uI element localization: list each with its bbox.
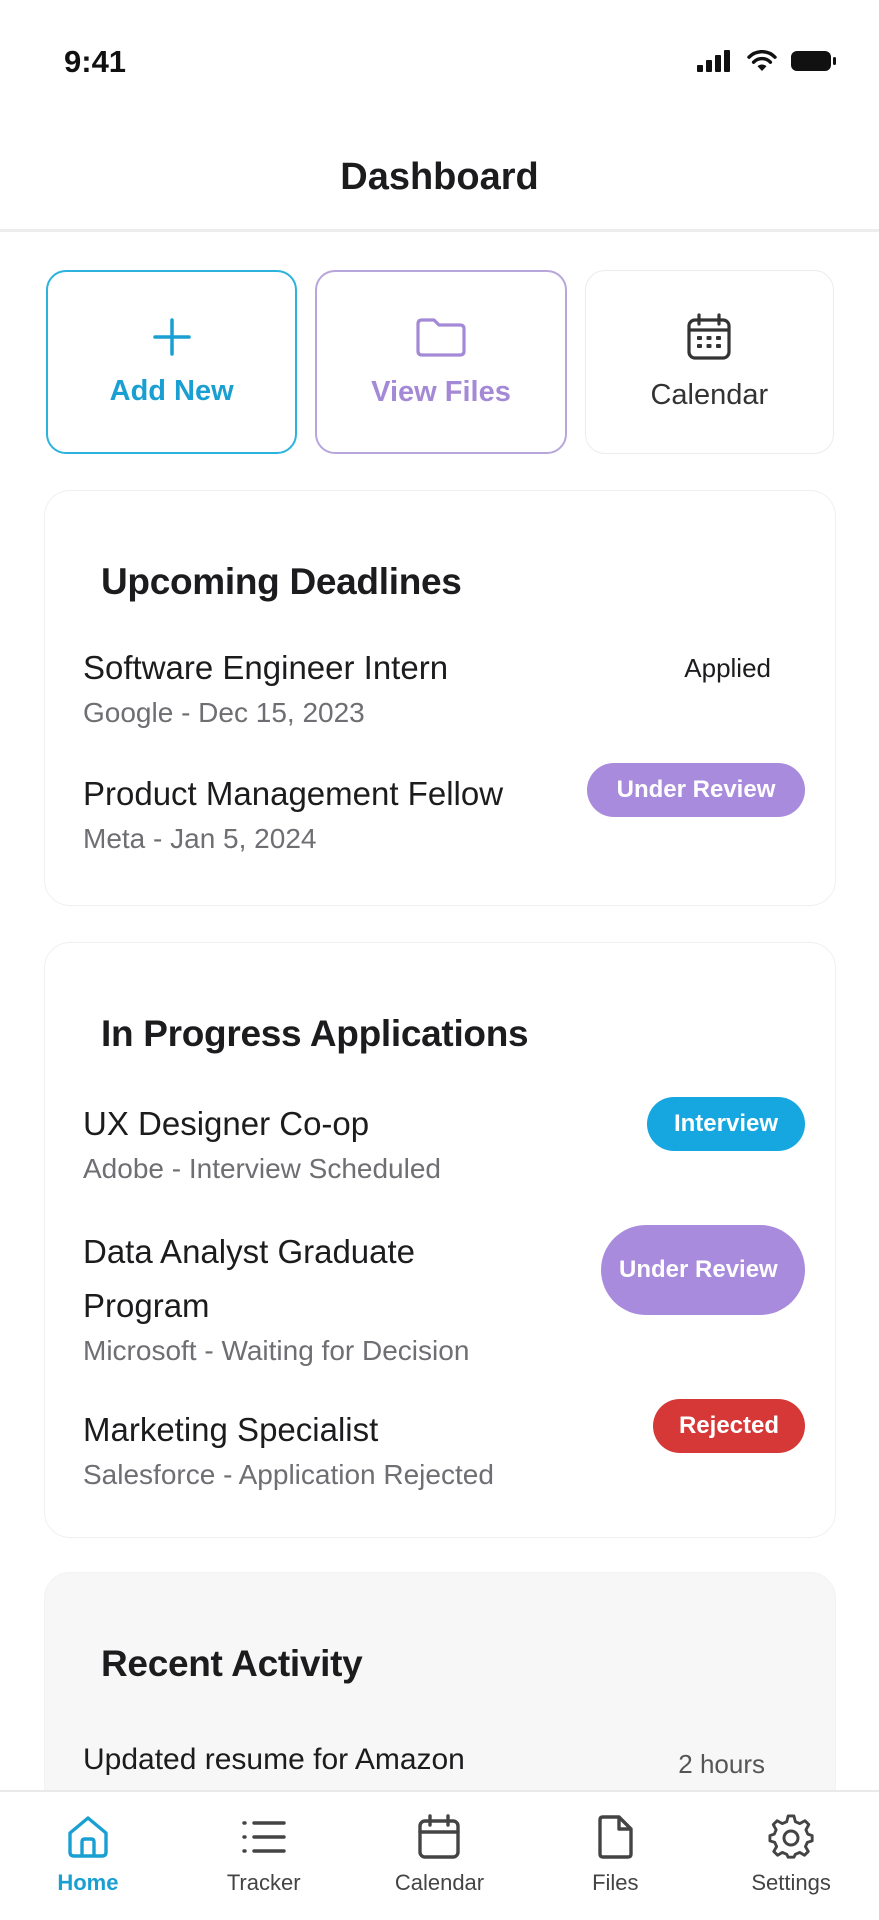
list-item[interactable]: Product Management Fellow Meta - Jan 5, … xyxy=(83,763,805,855)
tab-tracker[interactable]: Tracker xyxy=(176,1792,352,1920)
card-title: In Progress Applications xyxy=(101,1013,529,1054)
add-new-label: Add New xyxy=(109,374,234,407)
activity-time: 2 hours xyxy=(678,1749,765,1779)
item-subtitle: Salesforce - Application Rejected xyxy=(83,1459,494,1490)
status-badge: Under Review xyxy=(587,763,805,817)
status-badge: Rejected xyxy=(653,1399,805,1453)
activity-item[interactable]: Updated resume for Amazon 2 hours xyxy=(83,1743,805,1779)
gear-icon xyxy=(768,1814,814,1859)
list-item[interactable]: Software Engineer Intern Google - Dec 15… xyxy=(83,641,805,729)
calendar-label: Calendar xyxy=(650,378,769,411)
add-new-button[interactable]: Add New xyxy=(46,270,298,454)
tab-home[interactable]: Home xyxy=(0,1792,176,1920)
signal-icon xyxy=(697,50,730,72)
battery-icon xyxy=(791,51,836,71)
card-title: Recent Activity xyxy=(101,1643,363,1684)
page-title: Dashboard xyxy=(340,156,539,198)
status-badge: Interview xyxy=(647,1097,805,1151)
file-icon xyxy=(598,1815,633,1859)
card-title: Upcoming Deadlines xyxy=(101,561,462,602)
item-subtitle: Microsoft - Waiting for Decision xyxy=(83,1335,470,1366)
list-item[interactable]: Data Analyst Graduate Program Microsoft … xyxy=(83,1225,805,1367)
calendar-icon xyxy=(418,1814,461,1859)
view-files-button[interactable]: View Files xyxy=(315,270,567,454)
tab-label: Settings xyxy=(751,1870,831,1895)
status-badge: Applied xyxy=(684,652,771,683)
tab-label: Files xyxy=(592,1870,639,1895)
tab-bar: Home Tracker Calendar Files Settings xyxy=(0,1790,879,1920)
header: Dashboard xyxy=(0,130,879,232)
tab-calendar[interactable]: Calendar xyxy=(352,1792,528,1920)
calendar-button[interactable]: Calendar xyxy=(584,270,834,454)
folder-icon xyxy=(416,317,466,357)
item-subtitle: Adobe - Interview Scheduled xyxy=(83,1153,441,1184)
home-icon xyxy=(68,1816,108,1858)
tab-files[interactable]: Files xyxy=(527,1792,703,1920)
item-subtitle: Meta - Jan 5, 2024 xyxy=(83,823,317,854)
in-progress-card: In Progress Applications UX Designer Co-… xyxy=(44,942,836,1538)
view-files-label: View Files xyxy=(371,375,511,408)
activity-text: Updated resume for Amazon xyxy=(83,1743,465,1776)
status-bar: 9:41 xyxy=(0,0,879,130)
item-title: Data Analyst Graduate Program xyxy=(83,1233,416,1324)
list-icon xyxy=(241,1821,286,1853)
tab-settings[interactable]: Settings xyxy=(703,1792,879,1920)
upcoming-deadlines-card: Upcoming Deadlines Software Engineer Int… xyxy=(44,490,836,906)
status-time: 9:41 xyxy=(64,44,127,79)
item-subtitle: Google - Dec 15, 2023 xyxy=(83,697,365,728)
plus-icon xyxy=(152,317,191,356)
status-badge: Under Review xyxy=(601,1225,805,1315)
tab-label: Home xyxy=(57,1870,119,1895)
tab-label: Tracker xyxy=(226,1870,301,1895)
quick-actions: Add New View Files Calendar xyxy=(46,270,834,454)
wifi-icon xyxy=(747,50,777,71)
list-item[interactable]: Marketing Specialist Salesforce - Applic… xyxy=(83,1399,805,1491)
calendar-icon xyxy=(687,312,731,360)
list-item[interactable]: UX Designer Co-op Adobe - Interview Sche… xyxy=(83,1097,805,1185)
tab-label: Calendar xyxy=(394,1870,485,1895)
status-icons xyxy=(697,50,837,72)
